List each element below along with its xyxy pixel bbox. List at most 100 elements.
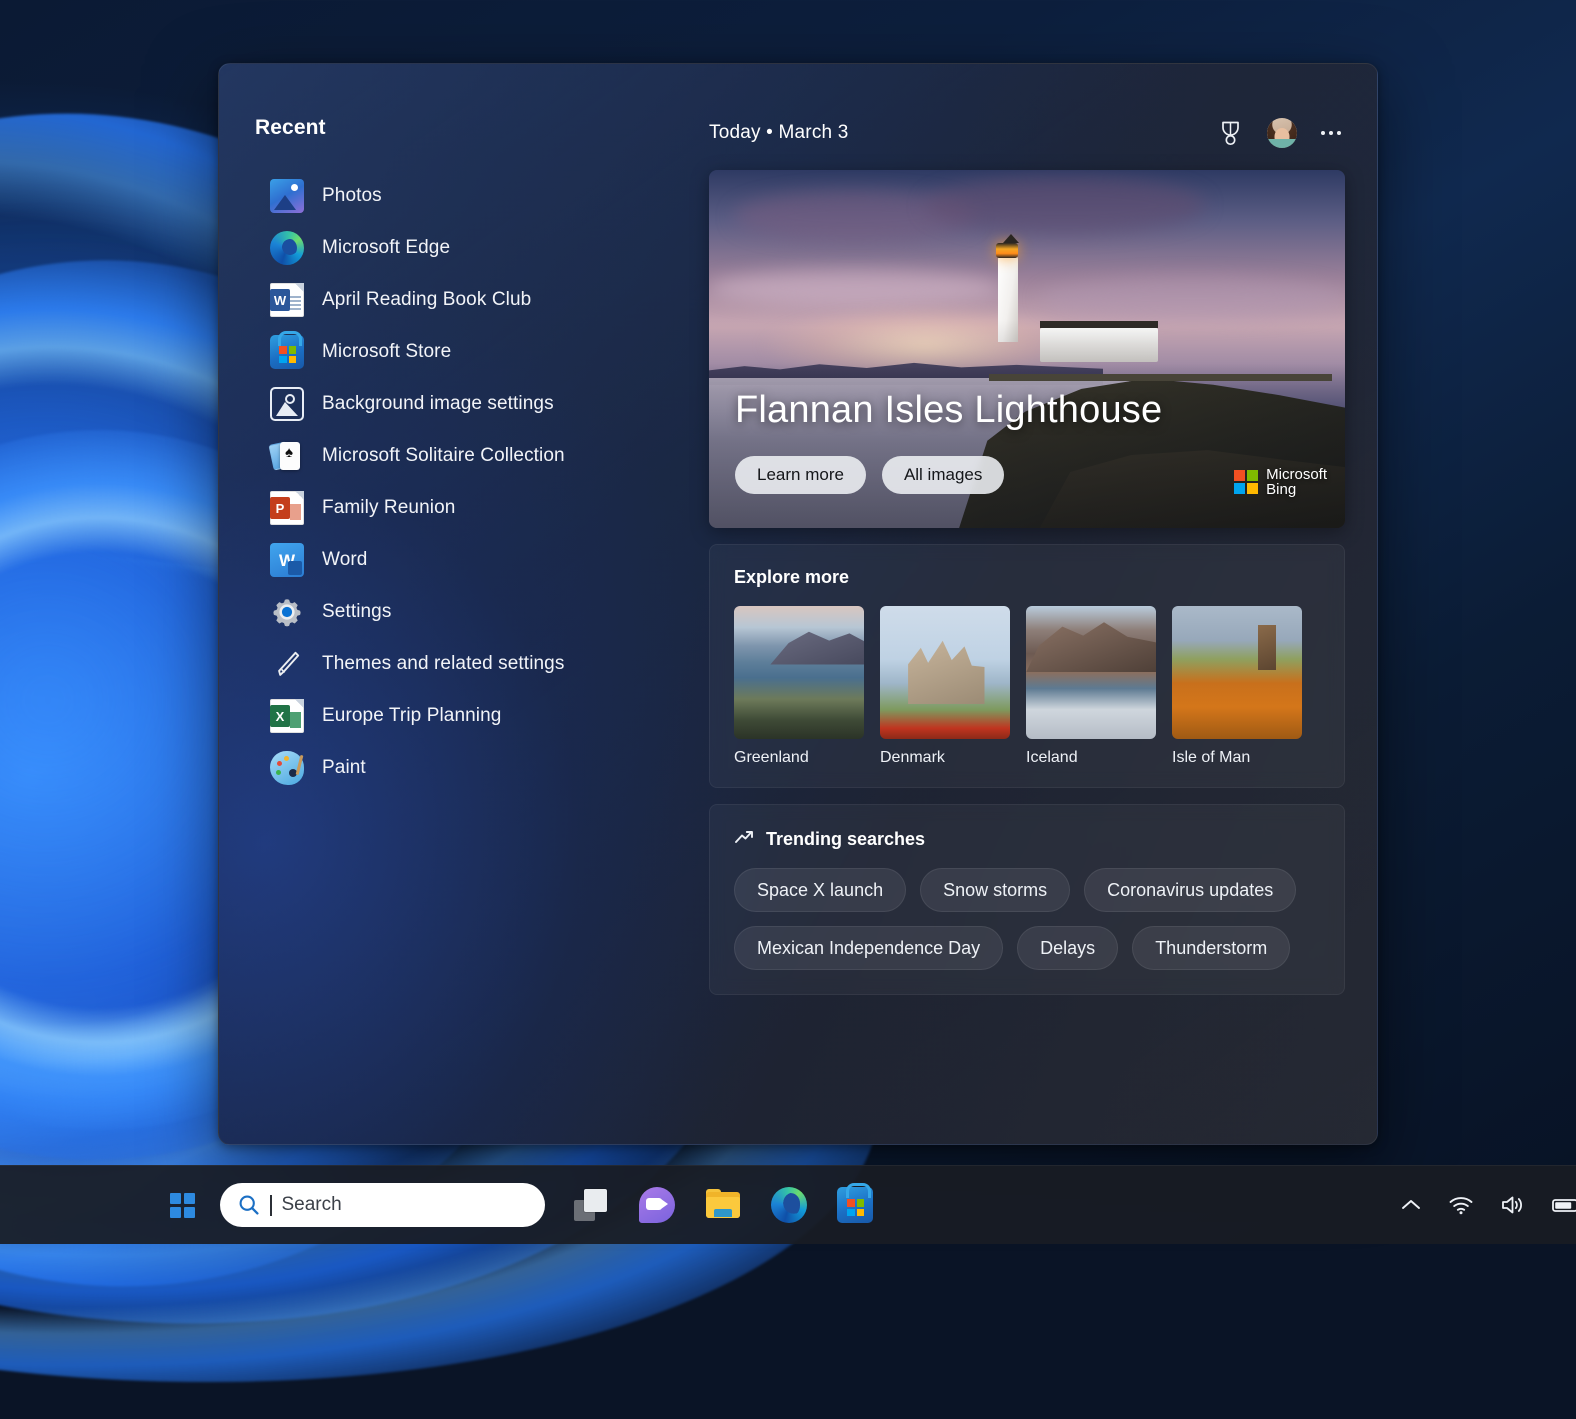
recent-item-family-reunion[interactable]: P Family Reunion	[255, 482, 709, 534]
trending-searches-heading: Trending searches	[766, 829, 925, 850]
recent-item-label: Themes and related settings	[322, 653, 564, 675]
explore-item-greenland[interactable]: Greenland	[734, 606, 864, 767]
explore-item-isle-of-man[interactable]: Isle of Man	[1172, 606, 1302, 767]
word-icon: W	[270, 543, 304, 577]
recent-heading: Recent	[255, 116, 709, 140]
trending-up-icon	[734, 829, 754, 850]
recent-item-label: April Reading Book Club	[322, 289, 531, 311]
explore-more-card: Explore more Greenland Denmark Iceland I…	[709, 544, 1345, 788]
more-options-icon[interactable]	[1321, 131, 1341, 135]
trending-chip-thunderstorm[interactable]: Thunderstorm	[1132, 926, 1290, 970]
text-cursor	[270, 1195, 272, 1216]
medal-icon[interactable]	[1218, 120, 1243, 146]
volume-icon[interactable]	[1500, 1194, 1526, 1216]
explore-item-label: Greenland	[734, 749, 864, 767]
recent-item-label: Microsoft Solitaire Collection	[322, 445, 565, 467]
recent-item-background-image-settings[interactable]: Background image settings	[255, 378, 709, 430]
battery-icon[interactable]	[1552, 1196, 1576, 1214]
recent-item-word[interactable]: W Word	[255, 534, 709, 586]
solitaire-icon	[270, 439, 304, 473]
user-avatar[interactable]	[1267, 118, 1297, 148]
today-date-label: Today • March 3	[709, 122, 849, 144]
explore-item-label: Denmark	[880, 749, 1010, 767]
recent-column: Recent Photos Microsoft Edge W April Rea…	[219, 64, 709, 1144]
photos-icon	[270, 179, 304, 213]
microsoft-bing-logo: Microsoft Bing	[1234, 467, 1327, 499]
recent-item-microsoft-solitaire-collection[interactable]: Microsoft Solitaire Collection	[255, 430, 709, 482]
header-actions	[1218, 118, 1341, 148]
recent-item-label: Settings	[322, 601, 391, 623]
explore-item-label: Isle of Man	[1172, 749, 1302, 767]
recent-item-april-reading-book-club[interactable]: W April Reading Book Club	[255, 274, 709, 326]
recent-item-europe-trip-planning[interactable]: X Europe Trip Planning	[255, 690, 709, 742]
hero-title: Flannan Isles Lighthouse	[735, 389, 1162, 432]
trending-chip-mexican-independence-day[interactable]: Mexican Independence Day	[734, 926, 1003, 970]
excel-document-icon: X	[270, 699, 304, 733]
trending-searches-card: Trending searches Space X launch Snow st…	[709, 804, 1345, 995]
taskbar-left-group: Search	[0, 1181, 879, 1229]
recent-item-microsoft-store[interactable]: Microsoft Store	[255, 326, 709, 378]
explore-item-denmark[interactable]: Denmark	[880, 606, 1010, 767]
recent-item-label: Background image settings	[322, 393, 554, 415]
start-button[interactable]	[158, 1181, 206, 1229]
edge-icon	[771, 1187, 807, 1223]
file-explorer-button[interactable]	[699, 1181, 747, 1229]
taskbar-app-buttons	[567, 1181, 879, 1229]
microsoft-logo-icon	[1234, 470, 1258, 494]
bing-wordmark: Microsoft Bing	[1266, 467, 1327, 499]
trending-chip-space-x-launch[interactable]: Space X launch	[734, 868, 906, 912]
explore-item-label: Iceland	[1026, 749, 1156, 767]
word-document-icon: W	[270, 283, 304, 317]
edge-button[interactable]	[765, 1181, 813, 1229]
all-images-button[interactable]: All images	[882, 456, 1004, 494]
microsoft-store-button[interactable]	[831, 1181, 879, 1229]
chat-icon	[639, 1187, 675, 1223]
search-input[interactable]: Search	[282, 1194, 342, 1216]
trending-chip-coronavirus-updates[interactable]: Coronavirus updates	[1084, 868, 1296, 912]
recent-item-themes-and-related-settings[interactable]: Themes and related settings	[255, 638, 709, 690]
recent-item-label: Word	[322, 549, 367, 571]
explore-thumbnail	[1172, 606, 1302, 739]
search-icon	[238, 1194, 260, 1216]
edge-icon	[270, 231, 304, 265]
explore-more-grid: Greenland Denmark Iceland Isle of Man	[734, 606, 1320, 767]
recent-item-microsoft-edge[interactable]: Microsoft Edge	[255, 222, 709, 274]
show-hidden-icons-button[interactable]	[1400, 1198, 1422, 1212]
recent-list: Photos Microsoft Edge W April Reading Bo…	[255, 170, 709, 794]
content-column: Today • March 3	[709, 64, 1377, 1144]
explore-thumbnail	[734, 606, 864, 739]
explore-more-heading: Explore more	[734, 567, 1320, 588]
recent-item-paint[interactable]: Paint	[255, 742, 709, 794]
recent-item-label: Paint	[322, 757, 366, 779]
bing-brand-line2: Bing	[1266, 482, 1327, 498]
recent-item-photos[interactable]: Photos	[255, 170, 709, 222]
recent-item-label: Photos	[322, 185, 382, 207]
image-settings-icon	[270, 387, 304, 421]
windows-start-icon	[170, 1193, 195, 1218]
chat-button[interactable]	[633, 1181, 681, 1229]
taskbar-search-box[interactable]: Search	[220, 1183, 545, 1227]
explore-thumbnail	[880, 606, 1010, 739]
task-view-icon	[573, 1187, 609, 1223]
task-view-button[interactable]	[567, 1181, 615, 1229]
taskbar: Search	[0, 1165, 1576, 1244]
microsoft-store-icon	[270, 335, 304, 369]
microsoft-store-icon	[837, 1187, 873, 1223]
recent-item-label: Microsoft Store	[322, 341, 451, 363]
trending-header: Trending searches	[734, 829, 1320, 850]
network-icon[interactable]	[1448, 1195, 1474, 1215]
trending-chip-snow-storms[interactable]: Snow storms	[920, 868, 1070, 912]
gear-icon	[270, 595, 304, 629]
explore-thumbnail	[1026, 606, 1156, 739]
explore-item-iceland[interactable]: Iceland	[1026, 606, 1156, 767]
recent-item-label: Microsoft Edge	[322, 237, 450, 259]
content-header: Today • March 3	[709, 116, 1341, 150]
recent-item-label: Europe Trip Planning	[322, 705, 501, 727]
learn-more-button[interactable]: Learn more	[735, 456, 866, 494]
trending-chip-delays[interactable]: Delays	[1017, 926, 1118, 970]
search-flyout-panel: Recent Photos Microsoft Edge W April Rea…	[218, 63, 1378, 1145]
recent-item-settings[interactable]: Settings	[255, 586, 709, 638]
paintbrush-icon	[270, 647, 304, 681]
powerpoint-document-icon: P	[270, 491, 304, 525]
hero-image-card[interactable]: Flannan Isles Lighthouse Learn more All …	[709, 170, 1345, 528]
